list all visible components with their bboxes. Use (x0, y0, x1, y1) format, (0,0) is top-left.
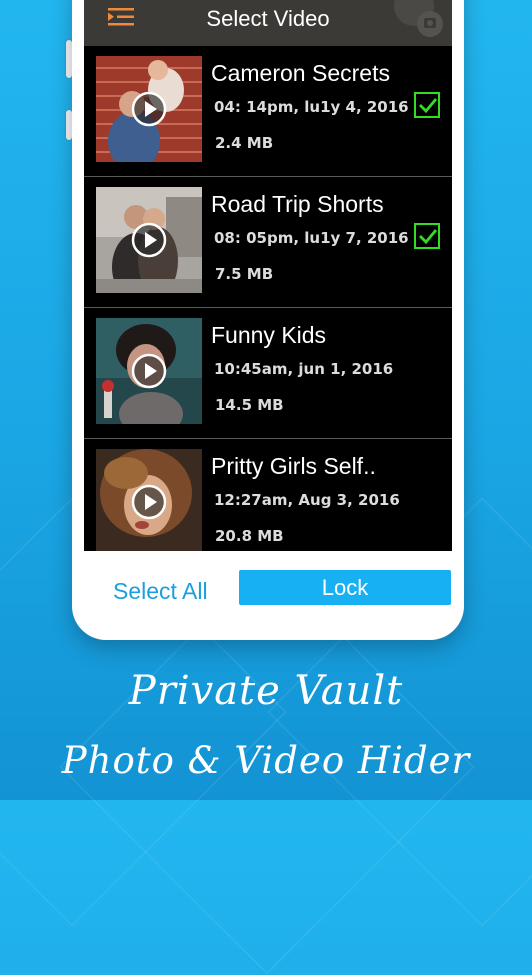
video-thumbnail (96, 318, 202, 424)
video-title: Cameron Secrets (211, 60, 390, 86)
video-row[interactable]: Cameron Secrets 04: 14pm, lu1y 4, 2016 2… (84, 46, 452, 177)
video-row[interactable]: Pritty Girls Self.. 12:27am, Aug 3, 2016… (84, 439, 452, 551)
promo-subheadline: Photo & Video Hider (61, 739, 471, 782)
video-row[interactable]: Funny Kids 10:45am, jun 1, 2016 14.5 MB (84, 308, 452, 439)
video-size: 7.5 MB (215, 265, 274, 283)
video-thumbnail (96, 56, 202, 162)
play-icon[interactable] (131, 353, 167, 389)
video-size: 20.8 MB (215, 527, 284, 545)
camera-lock-icon (394, 0, 443, 37)
video-thumbnail (96, 187, 202, 293)
video-title: Pritty Girls Self.. (211, 453, 376, 479)
video-list: Cameron Secrets 04: 14pm, lu1y 4, 2016 2… (84, 46, 452, 551)
video-date: 10:45am, jun 1, 2016 (214, 360, 394, 378)
video-date: 08: 05pm, lu1y 7, 2016 (214, 229, 409, 247)
video-title: Funny Kids (211, 322, 327, 348)
play-icon[interactable] (131, 222, 167, 258)
video-row[interactable]: Road Trip Shorts 08: 05pm, lu1y 7, 2016 … (84, 177, 452, 308)
top-bar: Select Video (84, 0, 452, 46)
play-icon[interactable] (131, 484, 167, 520)
video-date: 04: 14pm, lu1y 4, 2016 (214, 98, 409, 116)
checkbox-checked-icon[interactable] (414, 92, 440, 118)
video-title: Road Trip Shorts (211, 191, 384, 217)
play-icon[interactable] (131, 91, 167, 127)
video-thumbnail (96, 449, 202, 551)
video-size: 2.4 MB (215, 134, 274, 152)
select-all-button[interactable]: Select All (113, 578, 208, 605)
app-screen: Select Video Cameron Secrets 04: 14pm, l… (84, 0, 452, 551)
bottom-action-bar: Select All Lock (84, 551, 452, 621)
checkbox-checked-icon[interactable] (414, 223, 440, 249)
video-date: 12:27am, Aug 3, 2016 (214, 491, 400, 509)
promo-headline: Private Vault (128, 668, 404, 714)
lock-button[interactable]: Lock (239, 570, 451, 605)
video-size: 14.5 MB (215, 396, 284, 414)
